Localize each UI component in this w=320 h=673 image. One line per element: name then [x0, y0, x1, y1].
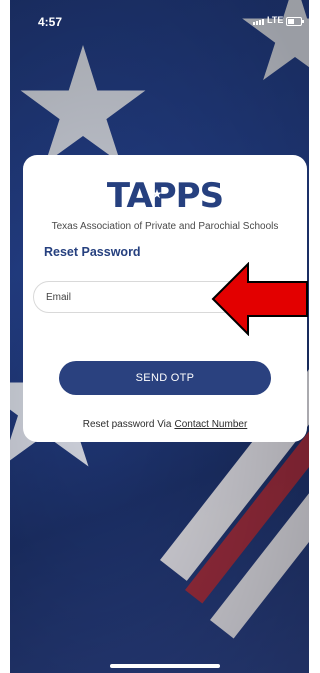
send-otp-button[interactable]: SEND OTP [59, 361, 271, 395]
reset-via-phone-line: Reset password Via Contact Number [23, 419, 307, 430]
app-screen: 4:57 LTE TAPPS Texas Association of Priv… [10, 0, 309, 673]
network-type: LTE [267, 15, 284, 25]
signal-icon [253, 19, 264, 25]
status-bar: 4:57 LTE [10, 0, 309, 44]
status-time: 4:57 [38, 15, 63, 29]
page-title: Reset Password [44, 245, 141, 259]
contact-number-link[interactable]: Contact Number [174, 419, 247, 430]
tapps-logo: TAPPS [106, 176, 224, 216]
battery-icon [286, 17, 304, 26]
home-indicator[interactable] [110, 664, 220, 668]
reset-via-text: Reset password Via [82, 419, 172, 430]
organization-name: Texas Association of Private and Parochi… [51, 221, 279, 232]
red-arrow-annotation [211, 262, 308, 336]
